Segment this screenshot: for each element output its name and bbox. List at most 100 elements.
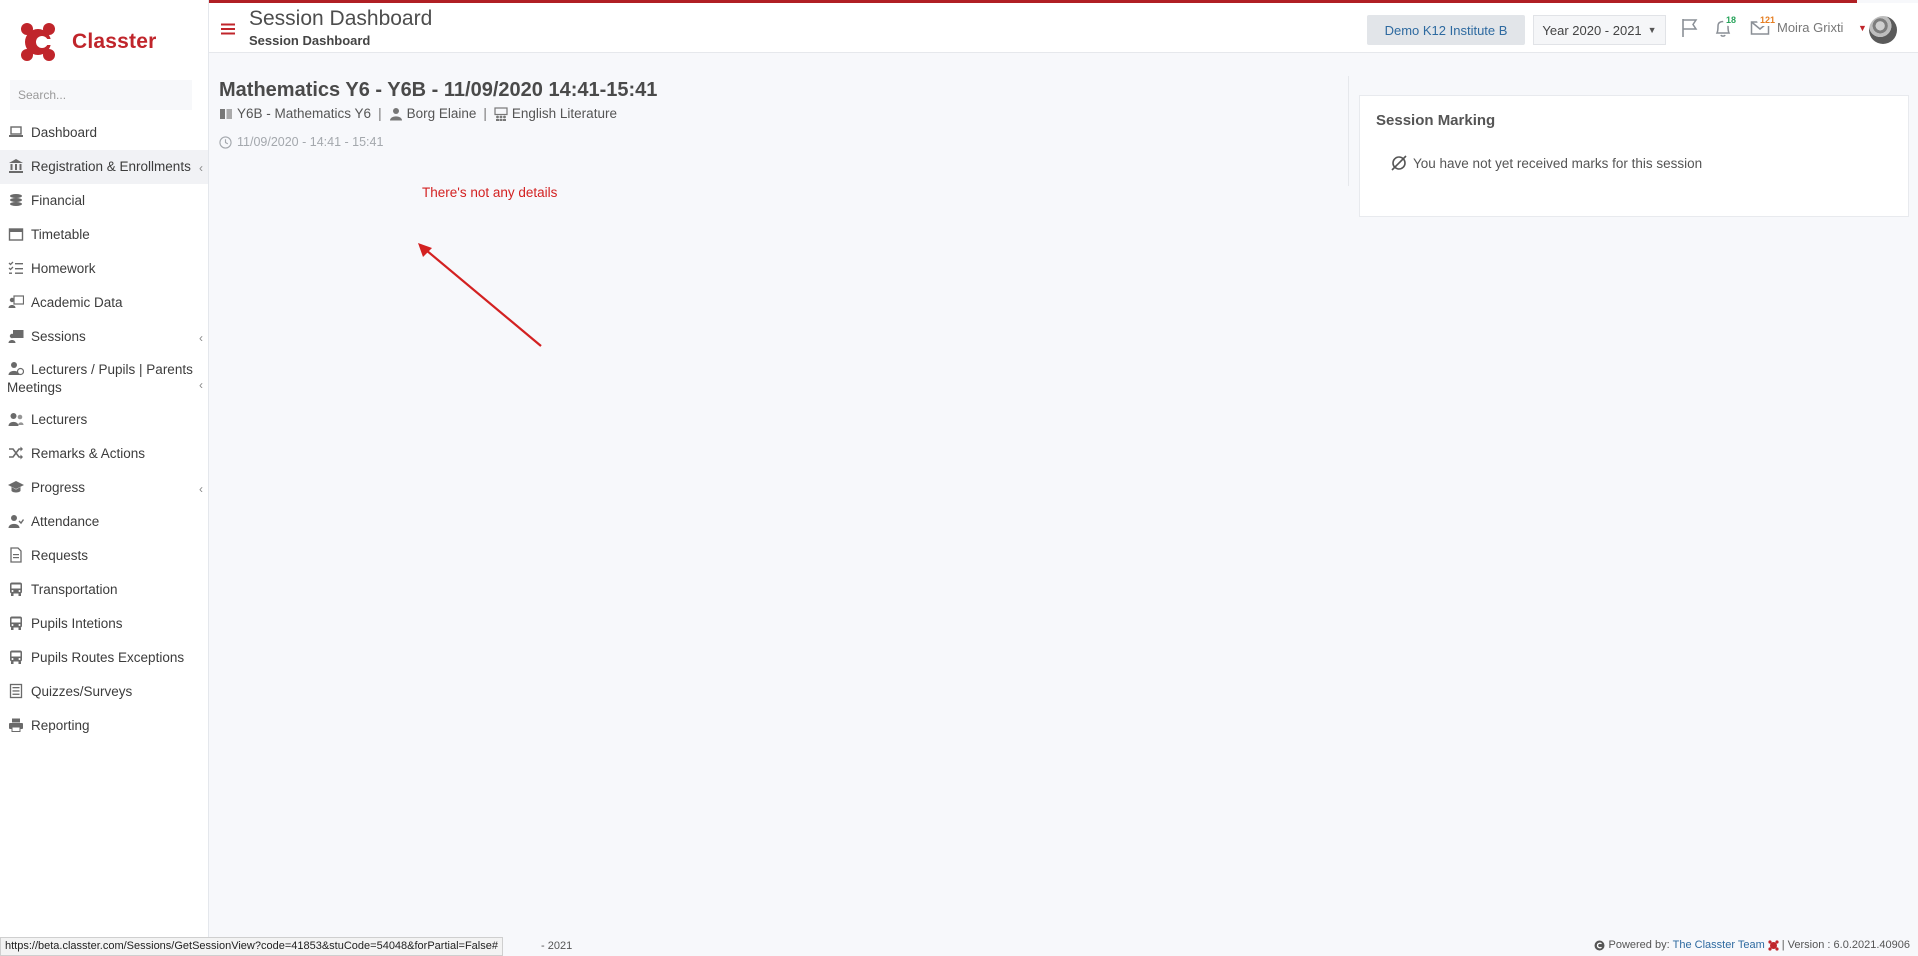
footer-credits: Powered by: The Classter Team | Version …	[1594, 939, 1910, 951]
session-course: Y6B - Mathematics Y6	[237, 106, 372, 121]
chevron-left-icon: ‹	[199, 378, 203, 392]
marking-message-text: You have not yet received marks for this…	[1413, 155, 1703, 171]
sidebar-item-homework[interactable]: Homework	[0, 252, 208, 286]
sidebar-item-label: Transportation	[31, 582, 118, 597]
sidebar-item-requests[interactable]: Requests	[0, 539, 208, 573]
session-meta: Y6B - Mathematics Y6 | Borg Elaine | Eng…	[219, 106, 617, 121]
session-marking-panel: Session Marking You have not yet receive…	[1359, 95, 1909, 217]
sidebar-item-transportation[interactable]: Transportation	[0, 573, 208, 607]
sidebar-item-pupils-intetions[interactable]: Pupils Intetions	[0, 607, 208, 641]
classroom-icon	[494, 106, 508, 121]
empty-set-icon	[1391, 155, 1407, 171]
year-dropdown[interactable]: Year 2020 - 2021 ▼	[1533, 15, 1666, 45]
sidebar-item-academic-data[interactable]: Academic Data	[0, 286, 208, 320]
bus-icon	[7, 581, 24, 597]
separator: |	[378, 106, 382, 121]
sidebar-item-label: Sessions	[31, 329, 86, 344]
panel-title: Session Marking	[1376, 112, 1496, 129]
search-input[interactable]	[10, 80, 192, 110]
laptop-icon	[7, 124, 24, 140]
footer-year: - 2021	[541, 940, 573, 952]
session-title: Mathematics Y6 - Y6B - 11/09/2020 14:41-…	[219, 79, 658, 101]
sidebar-item-progress[interactable]: Progress ‹	[0, 471, 208, 505]
chevron-left-icon: ‹	[199, 331, 203, 345]
calendar-icon	[7, 226, 24, 242]
sidebar-item-reporting[interactable]: Reporting	[0, 709, 208, 743]
hamburger-menu-icon[interactable]	[221, 22, 235, 36]
powered-by-label: Powered by:	[1608, 939, 1670, 951]
list-icon	[7, 683, 24, 699]
chevron-left-icon: ‹	[199, 161, 203, 175]
bus-icon	[7, 615, 24, 631]
print-icon	[7, 717, 24, 733]
user-name[interactable]: Moira Grixti	[1777, 20, 1843, 35]
shuffle-icon	[7, 445, 24, 461]
year-dropdown-value: Year 2020 - 2021	[1542, 22, 1642, 38]
sidebar-item-label: Remarks & Actions	[31, 446, 146, 461]
no-details-annotation: There's not any details	[422, 185, 558, 200]
caret-down-icon[interactable]: ▼	[1858, 23, 1867, 33]
session-lecturer: Borg Elaine	[406, 106, 477, 121]
sidebar-item-registration[interactable]: Registration & Enrollments ‹	[0, 150, 208, 184]
status-bar-url: https://beta.classter.com/Sessions/GetSe…	[0, 937, 503, 956]
marking-empty-message: You have not yet received marks for this…	[1390, 154, 1702, 172]
sidebar-item-label: Homework	[31, 261, 96, 276]
bus-icon	[7, 649, 24, 665]
session-subject: English Literature	[511, 106, 617, 121]
users-icon	[7, 411, 24, 427]
user-check-icon	[7, 513, 24, 529]
sidebar-item-dashboard[interactable]: Dashboard	[0, 116, 208, 150]
sidebar-item-label: Dashboard	[31, 125, 98, 140]
separator: |	[483, 106, 487, 121]
notifications-badge: 18	[1723, 14, 1740, 26]
sidebar-item-quizzes-surveys[interactable]: Quizzes/Surveys	[0, 675, 208, 709]
sidebar-item-lecturers[interactable]: Lecturers	[0, 403, 208, 437]
checklist-icon	[7, 260, 24, 276]
sidebar-item-label: Progress	[31, 480, 86, 495]
sidebar-item-timetable[interactable]: Timetable	[0, 218, 208, 252]
sidebar-nav: Dashboard Registration & Enrollments ‹ F…	[0, 116, 208, 743]
session-time: 11/09/2020 - 14:41 - 15:41	[219, 135, 383, 149]
sidebar-item-sessions[interactable]: Sessions ‹	[0, 320, 208, 354]
sidebar-item-attendance[interactable]: Attendance	[0, 505, 208, 539]
chevron-left-icon: ‹	[199, 482, 203, 496]
file-icon	[7, 547, 24, 563]
brand-logo[interactable]: Classter	[18, 20, 156, 64]
caret-down-icon: ▼	[1647, 25, 1657, 35]
annotation-arrow	[418, 243, 542, 347]
graduation-cap-icon	[7, 479, 24, 495]
classter-team-link[interactable]: The Classter Team	[1673, 939, 1765, 951]
avatar[interactable]	[1869, 16, 1897, 44]
book-icon	[220, 108, 232, 119]
sidebar-item-label: Financial	[31, 193, 86, 208]
sidebar-item-label: Requests	[31, 548, 89, 563]
sidebar-item-remarks-actions[interactable]: Remarks & Actions	[0, 437, 208, 471]
content-divider	[1348, 76, 1349, 186]
sidebar: Classter Dashboard Registration & Enroll…	[0, 0, 209, 956]
teacher-board-icon	[7, 294, 24, 310]
sidebar-item-pupils-routes-exceptions[interactable]: Pupils Routes Exceptions	[0, 641, 208, 675]
sidebar-item-financial[interactable]: Financial	[0, 184, 208, 218]
sidebar-item-label: Reporting	[31, 718, 90, 733]
flag-icon[interactable]	[1679, 17, 1701, 39]
sidebar-item-meetings[interactable]: Lecturers / Pupils | Parents Meetings ‹	[0, 354, 208, 403]
copyright-icon	[1594, 940, 1605, 950]
messages-badge: 121	[1757, 14, 1779, 26]
user-clock-icon	[7, 360, 24, 376]
version-label: | Version : 6.0.2021.40906	[1781, 939, 1910, 951]
sidebar-item-label: Timetable	[31, 227, 90, 242]
classter-logo-icon	[1768, 939, 1779, 951]
brand-name: Classter	[72, 30, 157, 53]
sidebar-item-label: Attendance	[31, 514, 100, 529]
sidebar-item-label: Quizzes/Surveys	[31, 684, 133, 699]
institute-selector-button[interactable]: Demo K12 Institute B	[1367, 15, 1525, 45]
sidebar-item-label: Lecturers	[31, 412, 88, 427]
sidebar-item-label: Pupils Routes Exceptions	[31, 650, 185, 665]
sidebar-item-label: Pupils Intetions	[31, 616, 123, 631]
coins-icon	[7, 192, 24, 208]
institution-icon	[7, 158, 24, 174]
user-icon	[389, 107, 402, 120]
session-time-text: 11/09/2020 - 14:41 - 15:41	[237, 135, 384, 149]
sidebar-item-label: Academic Data	[31, 295, 123, 310]
sidebar-item-label: Lecturers / Pupils | Parents Meetings	[7, 362, 193, 395]
